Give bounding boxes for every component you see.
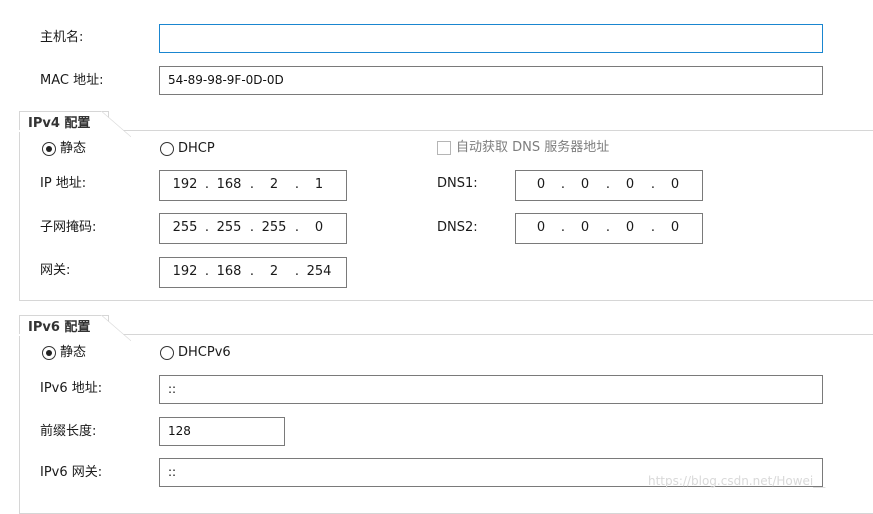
- hostname-label: 主机名:: [40, 30, 84, 45]
- prefix-length-input[interactable]: 128: [159, 417, 285, 446]
- mask-dot: .: [294, 220, 300, 235]
- ip-octet: 192: [172, 177, 198, 192]
- auto-dns-checkbox[interactable]: [437, 141, 451, 155]
- ipv4-tab-joint: [19, 130, 110, 132]
- ipv4-group: [19, 130, 873, 301]
- hostname-input[interactable]: [159, 24, 823, 53]
- ipv4-tab-edge: [101, 111, 131, 137]
- gateway-octet: 2: [269, 264, 279, 279]
- ip-octet: 168: [216, 177, 242, 192]
- dns1-octet: 0: [580, 177, 590, 192]
- ip-dot: .: [204, 177, 210, 192]
- prefix-length-label: 前缀长度:: [40, 424, 97, 439]
- gateway-input[interactable]: 192. 168. 2. 254: [159, 257, 347, 288]
- mask-octet: 255: [172, 220, 198, 235]
- dns2-dot: .: [650, 220, 656, 235]
- ipv6-tab-joint: [19, 334, 110, 336]
- gateway-dot: .: [294, 264, 300, 279]
- dns2-octet: 0: [580, 220, 590, 235]
- ipv6-gateway-label: IPv6 网关:: [40, 465, 103, 480]
- dns2-label: DNS2:: [437, 220, 478, 235]
- dns1-octet: 0: [625, 177, 635, 192]
- mask-dot: .: [204, 220, 210, 235]
- mac-input[interactable]: 54-89-98-9F-0D-0D: [159, 66, 823, 95]
- ipv4-dhcp-label: DHCP: [178, 141, 215, 156]
- ipv4-tab: IPv4 配置: [19, 111, 109, 137]
- dns2-octet: 0: [625, 220, 635, 235]
- ipv4-static-label: 静态: [60, 141, 87, 156]
- dns2-dot: .: [605, 220, 611, 235]
- dns2-input[interactable]: 0. 0. 0. 0: [515, 213, 703, 244]
- ipv6-address-label: IPv6 地址:: [40, 381, 103, 396]
- gateway-octet: 254: [306, 264, 332, 279]
- dns1-label: DNS1:: [437, 176, 478, 191]
- dns1-dot: .: [605, 177, 611, 192]
- mac-label: MAC 地址:: [40, 73, 104, 88]
- ipv6-tab-edge: [101, 315, 131, 341]
- ipv4-dhcp-radio[interactable]: [160, 142, 174, 156]
- ipv6-static-radio[interactable]: [42, 346, 56, 360]
- mask-octet: 255: [261, 220, 287, 235]
- dns1-dot: .: [560, 177, 566, 192]
- gateway-octet: 192: [172, 264, 198, 279]
- ip-octet: 2: [269, 177, 279, 192]
- gateway-dot: .: [204, 264, 210, 279]
- mask-octet: 0: [314, 220, 324, 235]
- ip-dot: .: [249, 177, 255, 192]
- mask-octet: 255: [216, 220, 242, 235]
- dns2-octet: 0: [536, 220, 546, 235]
- dns1-dot: .: [650, 177, 656, 192]
- dns1-octet: 0: [536, 177, 546, 192]
- auto-dns-label: 自动获取 DNS 服务器地址: [456, 140, 610, 155]
- gateway-label: 网关:: [40, 263, 71, 278]
- ipv6-static-label: 静态: [60, 345, 87, 360]
- ipv6-dhcp-radio[interactable]: [160, 346, 174, 360]
- watermark: https://blog.csdn.net/Howei__: [648, 474, 826, 488]
- ip-address-input[interactable]: 192. 168. 2. 1: [159, 170, 347, 201]
- dns2-octet: 0: [670, 220, 680, 235]
- gateway-dot: .: [249, 264, 255, 279]
- ip-dot: .: [294, 177, 300, 192]
- gateway-octet: 168: [216, 264, 242, 279]
- ip-octet: 1: [314, 177, 324, 192]
- ipv6-dhcp-label: DHCPv6: [178, 345, 231, 360]
- dns1-octet: 0: [670, 177, 680, 192]
- dns2-dot: .: [560, 220, 566, 235]
- dns1-input[interactable]: 0. 0. 0. 0: [515, 170, 703, 201]
- subnet-mask-input[interactable]: 255. 255. 255. 0: [159, 213, 347, 244]
- subnet-mask-label: 子网掩码:: [40, 220, 97, 235]
- ip-address-label: IP 地址:: [40, 176, 87, 191]
- ipv6-tab: IPv6 配置: [19, 315, 109, 341]
- ipv6-address-input[interactable]: ::: [159, 375, 823, 404]
- ipv4-static-radio[interactable]: [42, 142, 56, 156]
- mask-dot: .: [249, 220, 255, 235]
